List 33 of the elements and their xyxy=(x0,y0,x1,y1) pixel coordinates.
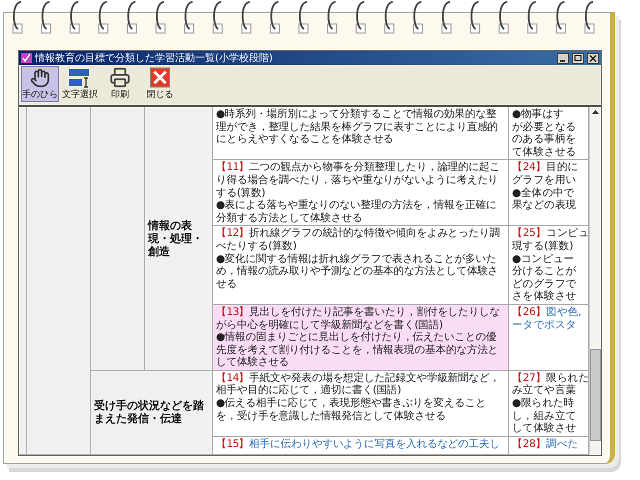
activity-text: 【28】調べた xyxy=(512,438,580,450)
activity-text: 【26】図や色, ータでポスタ xyxy=(512,306,582,332)
activity-text: ●時系列・場所別によって分類することで情報の効果的な整理ができ，整理した結果を棒グラフに表すことにより直感的にとらえやすくなることを体験させる xyxy=(216,108,500,146)
printer-icon xyxy=(109,67,131,88)
maximize-icon[interactable] xyxy=(572,52,584,64)
activity-cell[interactable]: 【15】相手に伝わりやすいように写真を入れるなどの工夫し xyxy=(213,436,509,455)
activity-cell[interactable]: 【28】調べた xyxy=(509,436,589,455)
toolbar-button[interactable]: 手のひら xyxy=(21,66,59,102)
activity-cell[interactable]: ●時系列・場所別によって分類することで情報の効果的な整理ができ，整理した結果を棒グラフに表すことにより直感的にとらえやすくなることを体験させる xyxy=(213,107,509,160)
activity-cell[interactable]: 【24】目的に グラフを用い ●全体の中で 果などの表現 xyxy=(509,160,589,226)
hand-icon xyxy=(30,68,50,88)
category-label: 情報の表現・処理・創造 xyxy=(148,218,204,258)
toolbar-button[interactable]: 印刷 xyxy=(101,66,139,102)
activity-text: 【14】手紙文や発表の場を想定した記録文や学級新聞など，相手や目的に応じて，適切に書く(国語) ●伝える相手に応じて，表現形態や書きぶりを変えることを，受け手を意識した情報発信として体験させる xyxy=(216,372,501,422)
activity-text: 【24】目的に グラフを用い ●全体の中で 果などの表現 xyxy=(512,161,580,212)
scrollbar[interactable] xyxy=(589,107,601,455)
activity-cell[interactable]: 【14】手紙文や発表の場を想定した記録文や学級新聞など，相手や目的に応じて，適切に書く(国語) ●伝える相手に応じて，表現形態や書きぶりを変えることを，受け手を意識した情報発信として体験させる xyxy=(213,370,509,437)
activity-cell[interactable]: ●物事はす が必要となる のある事柄を て体験させる xyxy=(509,107,589,160)
window-title: 情報教育の目標で分類した学習活動一覧(小学校段階) xyxy=(35,52,274,65)
activity-cell[interactable]: 【26】図や色, ータでポスタ xyxy=(509,304,589,371)
activity-text: 【15】相手に伝わりやすいように写真を入れるなどの工夫し xyxy=(216,438,501,450)
activity-text: 【12】折れ線グラフの統計的な特徴や傾向をよみとったり調べたりする(算数) ●変化に関する情報は折れ線グラフで表されることが多いため，情報の読み取りや予測などの基本的な方法として体験させる xyxy=(216,227,501,290)
text-select-icon xyxy=(68,68,92,88)
app-icon xyxy=(21,53,32,63)
close-icon[interactable] xyxy=(587,52,599,64)
toolbar-button[interactable]: 閉じる xyxy=(141,66,179,102)
close-icon xyxy=(149,67,171,88)
toolbar-button[interactable]: 文字選択 xyxy=(61,66,99,102)
scrollbar-thumb[interactable] xyxy=(590,349,601,441)
activity-text: ●物事はす が必要となる のある事柄を て体験させる xyxy=(512,108,578,158)
activity-cell[interactable]: 【12】折れ線グラフの統計的な特徴や傾向をよみとったり調べたりする(算数) ●変化に関する情報は折れ線グラフで表されることが多いため，情報の読み取りや予測などの基本的な方法として体験させる xyxy=(213,226,509,305)
minimize-icon[interactable] xyxy=(557,52,569,64)
category-label: 受け手の状況などを踏まえた発信・伝達 xyxy=(94,399,205,426)
